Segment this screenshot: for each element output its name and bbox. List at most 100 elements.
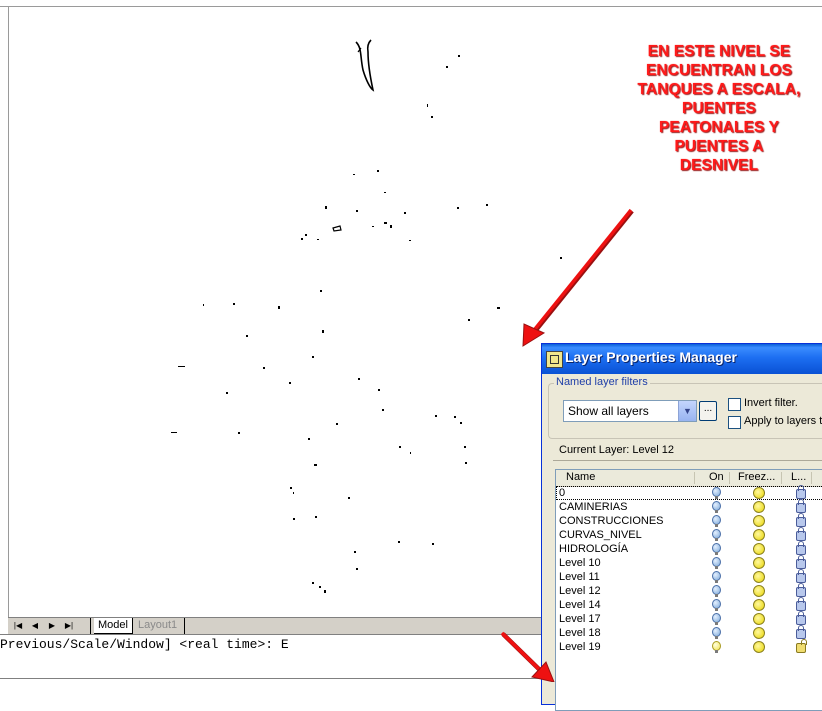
layer-name: Level 12 (559, 585, 601, 597)
layer-name: HIDROLOGÍA (559, 543, 629, 555)
bulb-icon[interactable] (712, 571, 721, 583)
column-divider (811, 472, 812, 484)
annotation-line: PUENTES A (674, 138, 764, 155)
layer-row[interactable]: Level 10 (556, 555, 822, 570)
current-layer-info: Current Layer: Level 12 (559, 444, 674, 456)
current-layer-label: Current Layer: (559, 444, 630, 456)
lock-icon[interactable] (796, 555, 806, 569)
sun-icon[interactable] (753, 529, 765, 541)
bulb-icon[interactable] (712, 557, 721, 569)
command-line[interactable]: Previous/Scale/Window] <real time>: E (0, 634, 560, 683)
layer-row[interactable]: Level 11 (556, 569, 822, 584)
lock-icon[interactable] (796, 625, 806, 639)
layer-row[interactable]: CONSTRUCCIONES (556, 513, 822, 528)
layer-name: Level 11 (559, 571, 600, 583)
lock-icon[interactable] (796, 569, 806, 583)
chevron-down-icon[interactable]: ▼ (678, 401, 696, 421)
sun-icon[interactable] (753, 571, 765, 583)
lock-icon[interactable] (796, 499, 806, 513)
lock-icon[interactable] (796, 611, 806, 625)
column-header-on[interactable]: On (709, 471, 724, 483)
layer-row[interactable]: Level 12 (556, 583, 822, 598)
sun-icon[interactable] (753, 627, 765, 639)
bulb-icon[interactable] (712, 501, 721, 513)
viewport-top-border (0, 6, 822, 7)
bulb-icon[interactable] (712, 543, 721, 555)
tab-layout1[interactable]: Layout1 (134, 618, 181, 633)
layer-name: Level 14 (559, 599, 601, 611)
drawing-polyline (332, 225, 342, 232)
layer-row[interactable]: Level 19 (556, 639, 822, 654)
apply-to-layers-label: Apply to layers to (744, 415, 822, 427)
annotation-note: EN ESTE NIVEL SE ENCUENTRAN LOS TANQUES … (606, 42, 822, 175)
lock-icon[interactable] (796, 597, 806, 611)
layer-row[interactable]: Level 17 (556, 611, 822, 626)
column-header-freeze[interactable]: Freez... (738, 471, 775, 483)
sun-icon[interactable] (753, 487, 765, 499)
named-filters-label: Named layer filters (554, 376, 650, 388)
tab-model[interactable]: Model (94, 618, 132, 634)
divider (553, 460, 822, 461)
lock-icon[interactable] (796, 485, 806, 499)
sun-icon[interactable] (753, 543, 765, 555)
bulb-icon[interactable] (712, 641, 721, 653)
sun-icon[interactable] (753, 599, 765, 611)
bulb-icon[interactable] (712, 529, 721, 541)
layer-row[interactable]: Level 14 (556, 597, 822, 612)
last-tab-icon[interactable]: ▶| (62, 619, 76, 632)
layer-name: CAMINERIAS (559, 501, 628, 513)
layer-row[interactable]: 0 (556, 485, 822, 500)
annotation-line: EN ESTE NIVEL SE (647, 43, 791, 60)
lock-icon[interactable] (796, 527, 806, 541)
first-tab-icon[interactable]: |◀ (11, 619, 25, 632)
layer-list-header: Name On Freez... L... (556, 470, 822, 487)
bulb-icon[interactable] (712, 599, 721, 611)
bulb-icon[interactable] (712, 487, 721, 499)
layer-name: Level 19 (559, 641, 601, 653)
column-header-name[interactable]: Name (566, 471, 595, 483)
layer-properties-dialog: Layer Properties Manager Named layer fil… (541, 343, 822, 711)
lock-icon[interactable] (796, 513, 806, 527)
tab-divider (132, 618, 133, 634)
drawing-points (171, 55, 562, 593)
annotation-line: ENCUENTRAN LOS (645, 62, 793, 79)
filter-more-button[interactable]: ... (699, 401, 717, 421)
column-header-lock[interactable]: L... (791, 471, 806, 483)
annotation-line: PUENTES (682, 100, 756, 117)
dialog-title-bar[interactable]: Layer Properties Manager (542, 344, 822, 374)
layer-name: Level 10 (559, 557, 601, 569)
tab-divider (184, 618, 185, 634)
layer-row[interactable]: CAMINERIAS (556, 499, 822, 514)
sun-icon[interactable] (753, 613, 765, 625)
sun-icon[interactable] (753, 557, 765, 569)
layer-name: Level 18 (559, 627, 601, 639)
tab-divider (90, 618, 91, 634)
apply-to-layers-checkbox[interactable] (728, 416, 741, 429)
lock-icon[interactable] (796, 583, 806, 597)
prev-tab-icon[interactable]: ◀ (28, 619, 42, 632)
sun-icon[interactable] (753, 585, 765, 597)
dialog-title: Layer Properties Manager (565, 349, 737, 365)
bulb-icon[interactable] (712, 613, 721, 625)
bulb-icon[interactable] (712, 515, 721, 527)
lock-icon[interactable] (796, 639, 807, 653)
annotation-line: DESNIVEL (679, 157, 759, 174)
sun-icon[interactable] (753, 515, 765, 527)
layer-row[interactable]: Level 18 (556, 625, 822, 640)
column-divider (781, 472, 782, 484)
annotation-line: TANQUES A ESCALA, (637, 81, 801, 98)
bulb-icon[interactable] (712, 585, 721, 597)
invert-filter-checkbox[interactable] (728, 398, 741, 411)
layer-manager-icon (546, 351, 563, 368)
layer-list[interactable]: Name On Freez... L... 0 CAMINERIAS CONST… (555, 469, 822, 711)
next-tab-icon[interactable]: ▶ (45, 619, 59, 632)
layer-filter-select[interactable]: Show all layers ▼ (563, 400, 697, 422)
layout-tab-bar: |◀ ◀ ▶ ▶| Model Layout1 (8, 617, 554, 634)
lock-icon[interactable] (796, 541, 806, 555)
bulb-icon[interactable] (712, 627, 721, 639)
sun-icon[interactable] (753, 641, 765, 653)
current-layer-value: Level 12 (632, 444, 674, 456)
sun-icon[interactable] (753, 501, 765, 513)
layer-row[interactable]: CURVAS_NIVEL (556, 527, 822, 542)
layer-row[interactable]: HIDROLOGÍA (556, 541, 822, 556)
